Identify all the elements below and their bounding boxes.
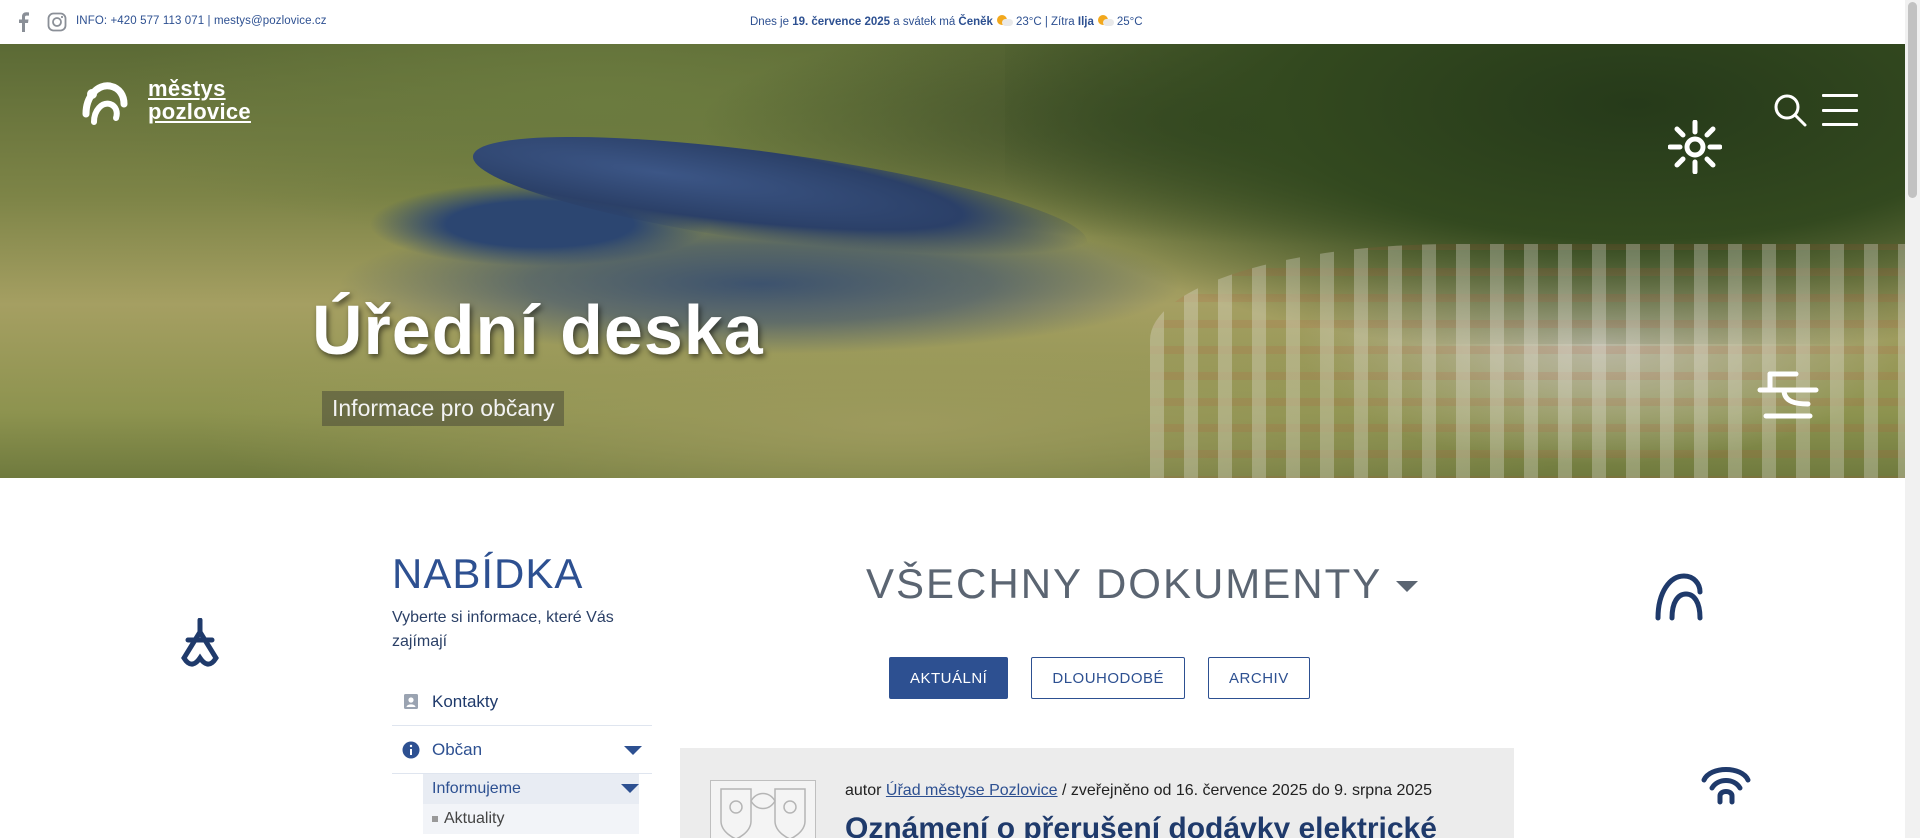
menu-button[interactable] <box>1822 94 1858 126</box>
subnav: Informujeme Aktuality <box>423 774 639 834</box>
hero-banner <box>0 44 1905 478</box>
page-title: Úřední deska <box>312 291 764 369</box>
tomorrow-temperature: 25°C <box>1116 16 1143 28</box>
contact-info: INFO: +420 577 113 071 | mestys@pozlovic… <box>76 15 327 27</box>
subnav-item-aktuality[interactable]: Aktuality <box>423 804 639 834</box>
coat-of-arms-icon <box>720 788 806 838</box>
documents-filter-dropdown[interactable]: VŠECHNY DOKUMENTY <box>866 560 1419 608</box>
document-title-link[interactable]: Oznámení o přerušení dodávky elektrické <box>845 812 1437 838</box>
person-ornament-icon <box>181 618 219 667</box>
tab-dlouhodobe[interactable]: DLOUHODOBÉ <box>1031 657 1186 699</box>
instagram-icon[interactable] <box>46 11 68 33</box>
sidebar-nav: Kontakty Občan Informujeme Aktuality <box>392 678 652 834</box>
signal-ornament-icon <box>1701 767 1751 805</box>
published-range: / zveřejněno od 16. července 2025 do 9. … <box>1057 782 1433 799</box>
document-tabs: AKTUÁLNÍ DLOUHODOBÉ ARCHIV <box>889 657 1310 699</box>
menu-line <box>1822 94 1858 97</box>
menu-line <box>1822 123 1858 126</box>
logo-text: městys pozlovice <box>148 77 251 123</box>
author-label: autor <box>845 782 886 799</box>
nameday-name: Čeněk <box>958 16 993 28</box>
tomorrow-label: | Zítra <box>1041 16 1078 28</box>
scrollbar[interactable] <box>1905 0 1920 838</box>
social-links <box>12 11 68 33</box>
subnav-item-label: Aktuality <box>444 810 505 827</box>
logo-line2: pozlovice <box>148 99 251 124</box>
separator: | <box>204 15 214 27</box>
sidebar-lead: Vyberte si informace, které Vás zajímají <box>392 609 614 650</box>
today-label: Dnes je <box>750 16 793 28</box>
info-icon <box>402 741 420 759</box>
coat-of-arms-thumbnail <box>710 780 816 838</box>
top-bar: INFO: +420 577 113 071 | mestys@pozlovic… <box>0 0 1905 44</box>
nameday-label: a svátek má <box>890 16 959 28</box>
bridge-ornament-icon <box>1757 371 1819 419</box>
tomorrow-nameday: Ilja <box>1077 16 1094 28</box>
date-weather: Dnes je 19. července 2025 a svátek má Če… <box>750 15 1143 28</box>
document-meta: autor Úřad městyse Pozlovice / zveřejněn… <box>845 782 1432 800</box>
today-date: 19. července 2025 <box>792 16 891 28</box>
sidebar-item-label: Kontakty <box>432 691 499 711</box>
sun-ornament-icon <box>1668 120 1722 174</box>
wave-ornament-icon <box>1655 573 1703 621</box>
facebook-icon[interactable] <box>12 11 34 33</box>
tab-archiv[interactable]: ARCHIV <box>1208 657 1310 699</box>
logo-line1: městys <box>148 76 226 101</box>
chevron-down-icon <box>1396 580 1419 592</box>
chevron-down-icon[interactable] <box>621 784 639 793</box>
sidebar-item-obcan[interactable]: Občan <box>392 726 652 774</box>
logo-mark-icon <box>82 82 128 125</box>
phone-link[interactable]: +420 577 113 071 <box>110 15 204 27</box>
hero-lake <box>466 111 1094 287</box>
author-link[interactable]: Úřad městyse Pozlovice <box>886 782 1058 799</box>
document-card: autor Úřad městyse Pozlovice / zveřejněn… <box>680 748 1514 838</box>
subnav-heading: Informujeme <box>432 780 521 797</box>
subnav-informujeme[interactable]: Informujeme <box>423 774 639 804</box>
chevron-down-icon[interactable] <box>624 746 642 755</box>
partly-cloudy-icon <box>1097 15 1114 26</box>
info-label: INFO: <box>76 15 111 27</box>
email-link[interactable]: mestys@pozlovice.cz <box>214 15 327 27</box>
sidebar-item-label: Občan <box>432 739 483 759</box>
contact-card-icon <box>402 693 420 711</box>
search-icon[interactable] <box>1772 92 1808 128</box>
documents-title: VŠECHNY DOKUMENTY <box>866 560 1383 607</box>
page-subtitle: Informace pro občany <box>322 391 565 426</box>
sidebar-item-kontakty[interactable]: Kontakty <box>392 678 652 726</box>
hero-town <box>1150 244 1905 478</box>
partly-cloudy-icon <box>996 15 1013 26</box>
scrollbar-thumb[interactable] <box>1908 2 1917 198</box>
tab-aktualni[interactable]: AKTUÁLNÍ <box>889 657 1009 699</box>
site-logo[interactable]: městys pozlovice <box>80 74 251 126</box>
sidebar: NABÍDKA Vyberte si informace, které Vás … <box>392 550 652 834</box>
menu-line <box>1822 108 1858 112</box>
today-temperature: 23°C <box>1015 16 1042 28</box>
sidebar-heading: NABÍDKA <box>392 550 584 597</box>
